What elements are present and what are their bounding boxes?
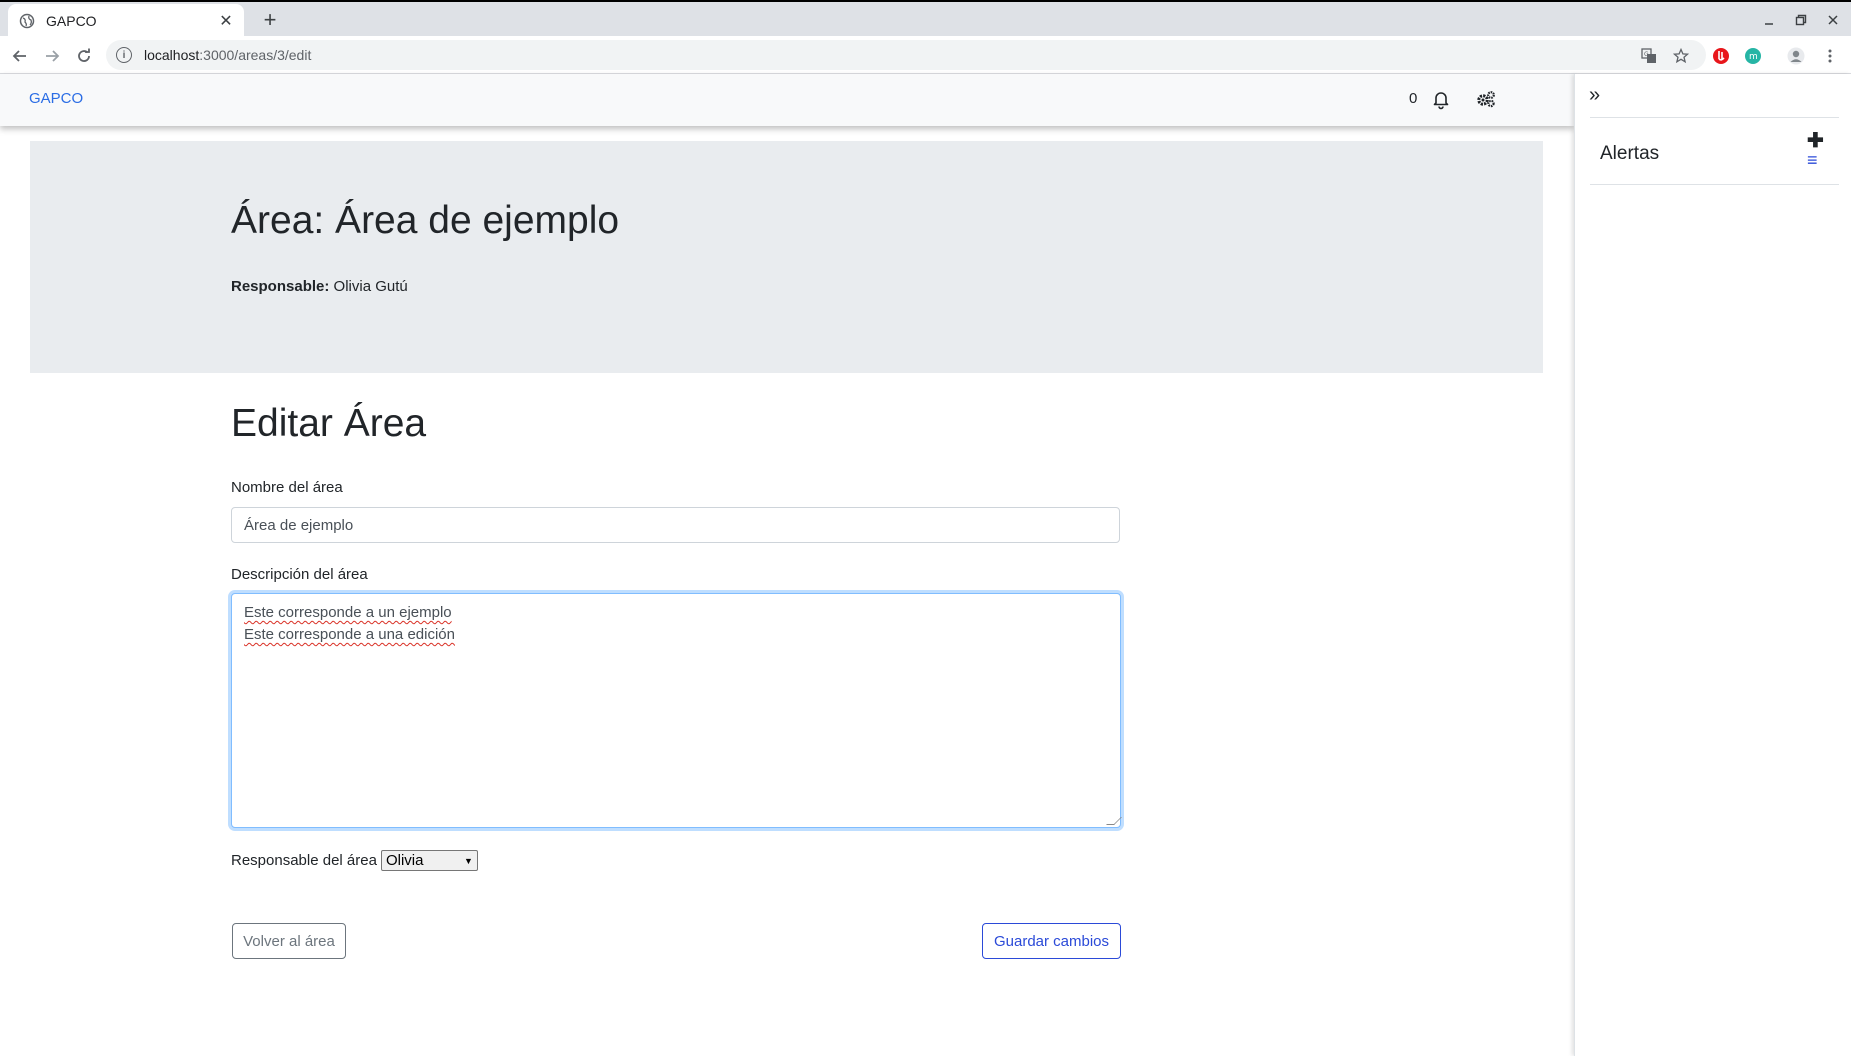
area-owner-field: Responsable del área Olivia ▼ (231, 850, 478, 871)
svg-text:G: G (1644, 51, 1649, 58)
reload-icon[interactable] (70, 42, 98, 70)
bell-icon[interactable] (1430, 88, 1452, 110)
collapse-sidebar-icon[interactable]: » (1589, 84, 1600, 107)
browser-toolbar: i localhost:3000/areas/3/edit G m (0, 36, 1851, 74)
form-title: Editar Área (231, 402, 427, 445)
description-line: Este corresponde a una edición (244, 626, 455, 643)
responsable-label: Responsable: (231, 278, 330, 295)
resize-handle[interactable] (1106, 817, 1122, 825)
settings-gears-icon[interactable] (1475, 88, 1497, 110)
area-header: Área: Área de ejemplo Responsable: Olivi… (30, 141, 1543, 373)
globe-icon (19, 13, 35, 29)
save-changes-button[interactable]: Guardar cambios (982, 923, 1121, 959)
tab-close-icon[interactable]: ✕ (216, 11, 236, 31)
area-description-label: Descripción del área (231, 566, 368, 583)
browser-tabstrip: GAPCO ✕ + (0, 0, 1851, 38)
area-owner-label: Responsable del área (231, 852, 377, 869)
area-responsable: Responsable: Olivia Gutú (231, 278, 408, 295)
restore-icon[interactable] (1789, 8, 1813, 32)
responsable-value: Olivia Gutú (333, 278, 408, 295)
url-text: localhost:3000/areas/3/edit (144, 47, 311, 63)
browser-tab[interactable]: GAPCO ✕ (8, 4, 244, 38)
extension-teal-icon[interactable]: m (1743, 46, 1763, 66)
alerts-sidebar: » Alertas ✚ ≡ (1574, 74, 1851, 1056)
back-arrow-icon[interactable] (6, 42, 34, 70)
profile-avatar-icon[interactable] (1786, 46, 1806, 66)
forward-arrow-icon[interactable] (38, 42, 66, 70)
brand-link[interactable]: GAPCO (29, 90, 83, 107)
alerts-title: Alertas (1600, 143, 1660, 164)
new-tab-button[interactable]: + (258, 7, 282, 32)
url-host: localhost (144, 47, 200, 63)
bookmark-star-icon[interactable] (1671, 46, 1691, 66)
list-alerts-icon[interactable]: ≡ (1807, 150, 1818, 171)
dropdown-caret-icon: ▼ (464, 855, 473, 866)
sidebar-divider (1590, 184, 1839, 185)
area-title: Área: Área de ejemplo (231, 199, 620, 242)
extension-red-icon[interactable] (1711, 46, 1731, 66)
close-window-icon[interactable] (1821, 8, 1845, 32)
app-navbar: GAPCO 0 (0, 74, 1574, 126)
sidebar-divider (1590, 117, 1839, 118)
area-name-input[interactable]: Área de ejemplo (231, 507, 1120, 543)
back-to-area-button[interactable]: Volver al área (232, 923, 346, 959)
area-name-label: Nombre del área (231, 479, 343, 496)
translate-icon[interactable]: G (1639, 46, 1659, 66)
area-owner-select[interactable]: Olivia ▼ (380, 850, 478, 871)
svg-text:m: m (1749, 52, 1758, 62)
notification-count: 0 (1409, 90, 1418, 107)
address-bar[interactable]: i localhost:3000/areas/3/edit (106, 40, 1706, 70)
minimize-icon[interactable] (1757, 8, 1781, 32)
area-owner-selected: Olivia (385, 852, 424, 869)
area-description-textarea[interactable]: Este corresponde a un ejemplo Este corre… (231, 593, 1122, 828)
tab-title: GAPCO (46, 13, 97, 29)
url-path: :3000/areas/3/edit (199, 47, 312, 63)
site-info-icon[interactable]: i (116, 47, 132, 63)
browser-menu-icon[interactable] (1820, 46, 1840, 66)
description-line: Este corresponde a un ejemplo (244, 604, 452, 621)
